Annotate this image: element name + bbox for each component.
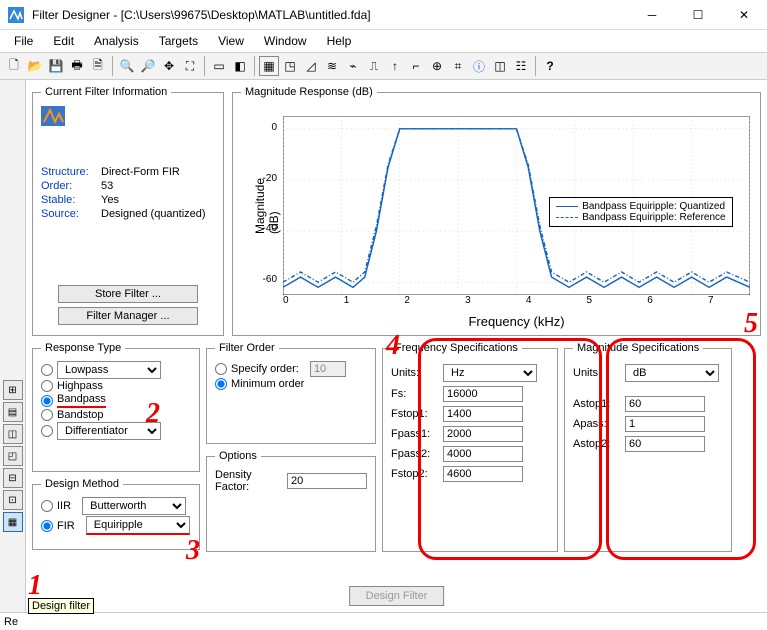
menu-window[interactable]: Window — [254, 32, 317, 50]
fstop2-input[interactable] — [443, 466, 523, 482]
magest-icon[interactable]: ◫ — [490, 56, 510, 76]
magnitude-response-panel: Magnitude Response (dB) Magnitude (dB) 0… — [232, 86, 761, 336]
sidetool-2[interactable]: ▤ — [3, 402, 23, 422]
tooltip: Design filter — [28, 598, 94, 614]
menubar: File Edit Analysis Targets View Window H… — [0, 30, 767, 52]
toolbar-sep — [254, 56, 255, 76]
iir-radio[interactable] — [41, 500, 53, 512]
phase-icon[interactable]: ◿ — [301, 56, 321, 76]
sidetool-4[interactable]: ◰ — [3, 446, 23, 466]
x-axis-label: Frequency (kHz) — [283, 314, 750, 329]
toolbar-sep — [535, 56, 536, 76]
mag-icon[interactable]: ◳ — [280, 56, 300, 76]
resp-bandpass-radio[interactable] — [41, 395, 53, 407]
apass-input[interactable] — [625, 416, 705, 432]
frequency-specifications-panel: Frequency Specifications Units:Hz Fs: Fs… — [382, 342, 558, 552]
magphase-icon[interactable]: ≋ — [322, 56, 342, 76]
fpass2-input[interactable] — [443, 446, 523, 462]
fs-input[interactable] — [443, 386, 523, 402]
roundoff-icon[interactable]: ☷ — [511, 56, 531, 76]
store-filter-button[interactable]: Store Filter ... — [58, 285, 198, 303]
lowpass-select[interactable]: Lowpass — [57, 361, 161, 379]
fir-radio[interactable] — [41, 520, 53, 532]
filter-properties: Structure:Direct-Form FIR Order:53 Stabl… — [41, 166, 215, 222]
menu-targets[interactable]: Targets — [149, 32, 208, 50]
resp-bandstop-radio[interactable] — [41, 409, 53, 421]
specify-order-input — [310, 361, 346, 377]
specify-order-radio[interactable] — [215, 363, 227, 375]
open-icon[interactable]: 📂 — [25, 56, 45, 76]
plot-area[interactable]: Bandpass Equiripple: Quantized Bandpass … — [283, 116, 750, 295]
resp-diff-radio[interactable] — [41, 425, 53, 437]
response-type-panel: Response Type Lowpass Highpass Bandpass … — [32, 342, 200, 472]
sidetool-3[interactable]: ◫ — [3, 424, 23, 444]
groupdelay-icon[interactable]: ⌁ — [343, 56, 363, 76]
astop1-input[interactable] — [625, 396, 705, 412]
menu-view[interactable]: View — [208, 32, 254, 50]
density-input[interactable] — [287, 473, 367, 489]
new-icon[interactable]: 🗋 — [4, 56, 24, 76]
window-title: Filter Designer - [C:\Users\99675\Deskto… — [32, 8, 629, 22]
info-icon[interactable]: ⓘ — [469, 56, 489, 76]
fstop1-input[interactable] — [443, 406, 523, 422]
polezero-icon[interactable]: ⊕ — [427, 56, 447, 76]
side-toolbar: ⊞ ▤ ◫ ◰ ⊟ ⊡ ▦ — [0, 80, 26, 612]
sidetool-6[interactable]: ⊡ — [3, 490, 23, 510]
zoomin-icon[interactable]: 🔍 — [117, 56, 137, 76]
fir-select[interactable]: Equiripple — [86, 516, 190, 535]
minimize-button[interactable]: ─ — [629, 0, 675, 30]
coeffs-icon[interactable]: ⌗ — [448, 56, 468, 76]
printpreview-icon[interactable]: 🗎 — [88, 56, 108, 76]
toolbar-sep — [112, 56, 113, 76]
specs-icon[interactable]: ▦ — [259, 56, 279, 76]
resp-lowpass-radio[interactable] — [41, 364, 53, 376]
sidetool-5[interactable]: ⊟ — [3, 468, 23, 488]
design-method-panel: Design Method IIR Butterworth FIR Equiri… — [32, 478, 200, 550]
status-text: Re — [4, 616, 18, 628]
toolbar-sep — [204, 56, 205, 76]
filter-info-legend: Current Filter Information — [41, 86, 171, 98]
freq-units-select[interactable]: Hz — [443, 364, 537, 382]
matlab-logo-icon — [41, 106, 65, 126]
minimum-order-radio[interactable] — [215, 378, 227, 390]
iir-select[interactable]: Butterworth — [82, 497, 186, 515]
sidetool-design-filter[interactable]: ▦ — [3, 512, 23, 532]
chart-legend: Bandpass Equiripple: Quantized Bandpass … — [549, 197, 732, 227]
phasedelay-icon[interactable]: ⎍ — [364, 56, 384, 76]
astop2-input[interactable] — [625, 436, 705, 452]
resp-highpass-radio[interactable] — [41, 380, 53, 392]
diff-select[interactable]: Differentiator — [57, 422, 161, 440]
design-filter-button[interactable]: Design Filter — [349, 586, 445, 606]
fvtool-icon[interactable]: ▭ — [209, 56, 229, 76]
print-icon[interactable]: 🖶 — [67, 56, 87, 76]
filter-order-panel: Filter Order Specify order: Minimum orde… — [206, 342, 376, 444]
restore-icon[interactable]: ⛶ — [180, 56, 200, 76]
menu-file[interactable]: File — [4, 32, 43, 50]
statusbar: Re — [0, 612, 767, 630]
save-icon[interactable]: 💾 — [46, 56, 66, 76]
close-button[interactable]: ✕ — [721, 0, 767, 30]
help-icon[interactable]: ? — [540, 56, 560, 76]
filter-manager-button[interactable]: Filter Manager ... — [58, 307, 198, 325]
impresp-icon[interactable]: ↑ — [385, 56, 405, 76]
zoomout-icon[interactable]: 🔎 — [138, 56, 158, 76]
fpass1-input[interactable] — [443, 426, 523, 442]
app-icon — [8, 7, 24, 23]
fullview-icon[interactable]: ◧ — [230, 56, 250, 76]
mag-units-select[interactable]: dB — [625, 364, 719, 382]
menu-help[interactable]: Help — [317, 32, 362, 50]
stepresp-icon[interactable]: ⌐ — [406, 56, 426, 76]
menu-analysis[interactable]: Analysis — [84, 32, 149, 50]
magnitude-specifications-panel: Magnitude Specifications Units:dB Astop1… — [564, 342, 732, 552]
maximize-button[interactable]: ☐ — [675, 0, 721, 30]
sidetool-1[interactable]: ⊞ — [3, 380, 23, 400]
menu-edit[interactable]: Edit — [43, 32, 84, 50]
toolbar: 🗋 📂 💾 🖶 🗎 🔍 🔎 ✥ ⛶ ▭ ◧ ▦ ◳ ◿ ≋ ⌁ ⎍ ↑ ⌐ ⊕ … — [0, 52, 767, 80]
magresp-legend: Magnitude Response (dB) — [241, 86, 377, 98]
current-filter-info: Current Filter Information Structure:Dir… — [32, 86, 224, 336]
options-panel: Options Density Factor: — [206, 450, 376, 552]
pan-icon[interactable]: ✥ — [159, 56, 179, 76]
titlebar: Filter Designer - [C:\Users\99675\Deskto… — [0, 0, 767, 30]
